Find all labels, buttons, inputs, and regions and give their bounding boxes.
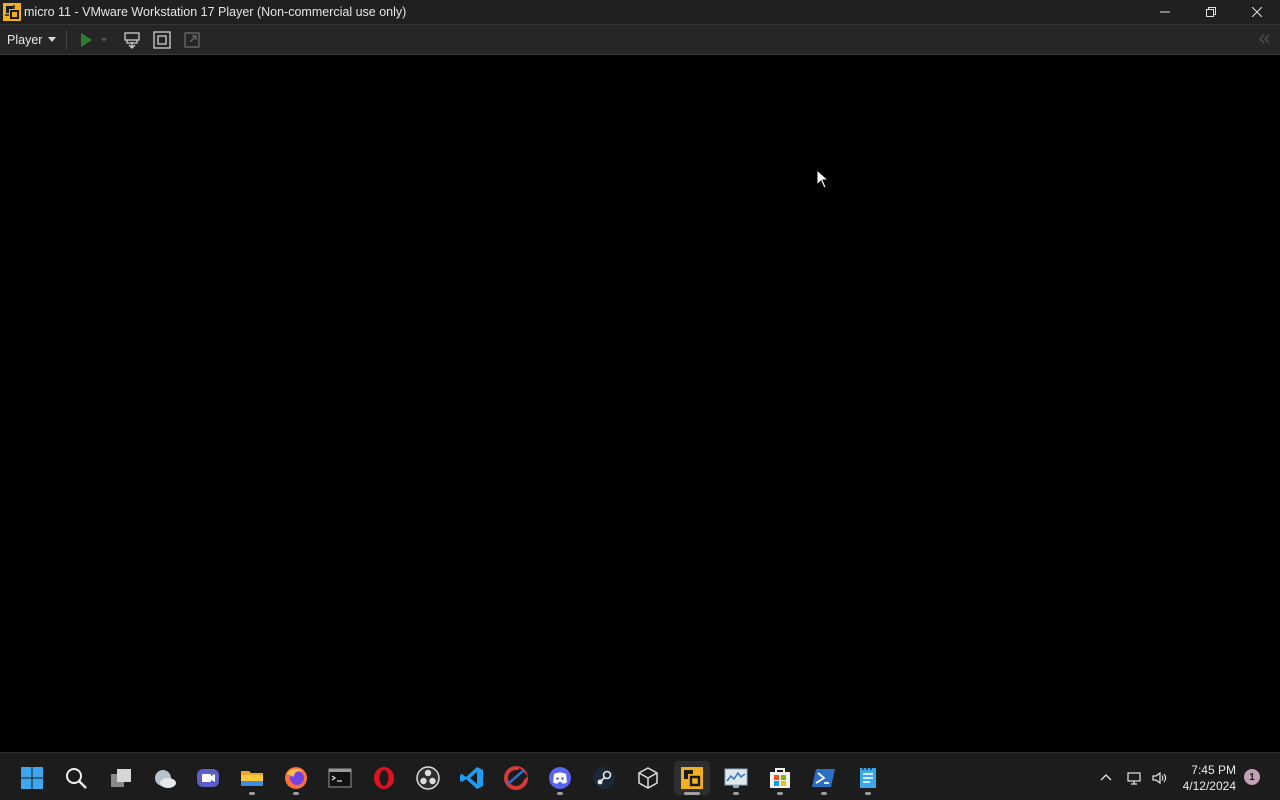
ccleaner-icon	[504, 766, 528, 790]
fullscreen-button[interactable]	[151, 29, 173, 51]
clock-date: 4/12/2024	[1182, 779, 1236, 793]
clock-time: 7:45 PM	[1191, 763, 1236, 777]
restore-button[interactable]	[1188, 0, 1234, 24]
close-icon	[1252, 7, 1262, 17]
vscode-icon	[460, 767, 483, 789]
opera-icon	[374, 767, 394, 789]
teams-chat-button[interactable]	[190, 761, 226, 795]
running-indicator	[821, 792, 827, 795]
powershell-icon	[812, 769, 835, 787]
clock[interactable]: 7:45 PM 4/12/2024	[1166, 762, 1236, 794]
notification-badge[interactable]: 1	[1244, 769, 1260, 785]
mouse-cursor-icon	[816, 169, 828, 189]
running-indicator	[249, 792, 255, 795]
notepad-button[interactable]	[850, 761, 886, 795]
unity-button[interactable]	[181, 29, 203, 51]
vscode-button[interactable]	[454, 761, 490, 795]
vmware-icon	[681, 767, 703, 789]
minimize-icon	[1160, 11, 1170, 13]
resource-monitor-button[interactable]	[718, 761, 754, 795]
obs-button[interactable]	[410, 761, 446, 795]
steam-button[interactable]	[586, 761, 622, 795]
task-view-button[interactable]	[103, 761, 139, 795]
network-button[interactable]	[1124, 761, 1144, 795]
cube-icon	[638, 767, 658, 789]
power-options-dropdown[interactable]	[99, 29, 109, 51]
toolbar-divider	[66, 29, 68, 50]
task-view-icon	[111, 769, 131, 787]
microsoft-store-button[interactable]	[762, 761, 798, 795]
player-menu-label: Player	[7, 32, 43, 47]
unity-icon	[184, 31, 201, 48]
vm-display[interactable]	[0, 56, 1280, 752]
weather-cloud-icon	[155, 770, 176, 788]
minimize-button[interactable]	[1142, 0, 1188, 24]
terminal-icon	[328, 768, 352, 788]
player-menu[interactable]: Player	[0, 28, 62, 52]
vmware-logo-icon	[3, 3, 21, 21]
file-explorer-button[interactable]	[234, 761, 270, 795]
play-icon	[81, 32, 93, 47]
search-button[interactable]	[58, 761, 94, 795]
video-chat-icon	[197, 769, 219, 787]
restore-icon	[1206, 7, 1216, 17]
firefox-button[interactable]	[278, 761, 314, 795]
chevron-down-icon	[101, 37, 108, 42]
taskbar: 7:45 PM 4/12/2024 1	[0, 752, 1280, 800]
show-hidden-icons-button[interactable]	[1096, 761, 1116, 795]
steam-icon	[593, 767, 615, 789]
widgets-button[interactable]	[147, 761, 183, 795]
obs-icon	[416, 766, 440, 790]
running-indicator	[557, 792, 563, 795]
ccleaner-button[interactable]	[498, 761, 534, 795]
search-icon	[66, 768, 87, 789]
store-icon	[770, 768, 790, 788]
terminal-button[interactable]	[322, 761, 358, 795]
firefox-icon	[285, 767, 307, 789]
window-title: micro 11 - VMware Workstation 17 Player …	[24, 5, 407, 19]
send-ctrl-alt-del-icon	[124, 31, 141, 49]
volume-icon	[1152, 771, 1167, 785]
start-button[interactable]	[14, 761, 50, 795]
chevron-down-icon	[48, 37, 57, 42]
windows-start-icon	[21, 767, 43, 789]
opera-button[interactable]	[366, 761, 402, 795]
power-on-button[interactable]	[75, 29, 97, 51]
vmware-player-button[interactable]	[674, 761, 710, 795]
running-indicator	[865, 792, 871, 795]
collapse-icon	[1259, 34, 1270, 44]
notepad-icon	[860, 767, 876, 788]
fullscreen-icon	[153, 30, 172, 49]
network-icon	[1127, 772, 1141, 785]
folder-icon	[241, 771, 263, 786]
window-controls	[1142, 0, 1280, 24]
discord-button[interactable]	[542, 761, 578, 795]
powershell-button[interactable]	[806, 761, 842, 795]
close-button[interactable]	[1234, 0, 1280, 24]
running-indicator	[777, 792, 783, 795]
player-toolbar: Player	[0, 24, 1280, 55]
virtualbox-button[interactable]	[630, 761, 666, 795]
send-ctrl-alt-del-button[interactable]	[121, 29, 143, 51]
title-bar[interactable]: micro 11 - VMware Workstation 17 Player …	[0, 0, 1280, 24]
running-indicator	[293, 792, 299, 795]
running-indicator	[733, 792, 739, 795]
chevron-up-icon	[1100, 774, 1112, 781]
discord-icon	[549, 767, 571, 789]
collapse-toolbar-button[interactable]	[1256, 32, 1272, 46]
running-indicator	[684, 792, 700, 795]
monitor-chart-icon	[724, 768, 748, 788]
